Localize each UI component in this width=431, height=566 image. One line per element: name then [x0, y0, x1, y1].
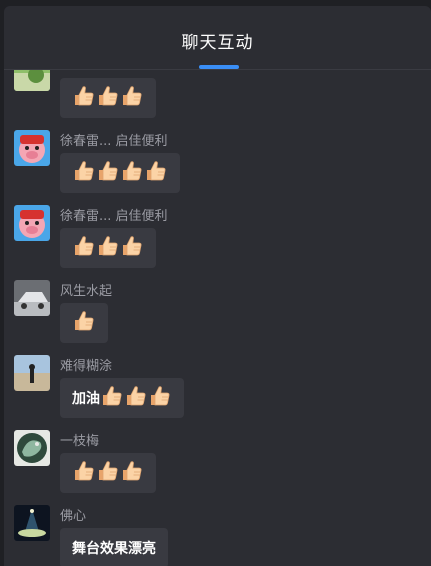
message-text: 舞台效果漂亮 — [72, 541, 156, 557]
thumbs-up-icon — [96, 234, 120, 258]
chat-header: 聊天互动 — [4, 6, 431, 70]
stage-avatar-icon — [14, 505, 50, 541]
thumbs-up-icon — [148, 384, 172, 408]
message-bubble: 加油 — [60, 378, 184, 418]
thumbs-group — [72, 309, 96, 337]
dragon-avatar-icon — [14, 430, 50, 466]
beach-avatar-icon — [14, 355, 50, 391]
avatar[interactable] — [14, 280, 50, 316]
thumbs-up-icon — [96, 459, 120, 483]
thumbs-group — [72, 459, 144, 487]
thumbs-up-icon — [96, 84, 120, 108]
message-nickname: 一枝梅 — [60, 434, 100, 449]
avatar[interactable] — [14, 70, 50, 91]
thumbs-up-icon — [96, 159, 120, 183]
thumbs-group — [72, 84, 144, 112]
thumbs-up-icon — [120, 459, 144, 483]
message-bubble: 舞台效果漂亮 — [60, 528, 168, 566]
thumbs-group — [72, 234, 144, 262]
thumbs-up-icon — [120, 84, 144, 108]
thumbs-up-icon — [120, 159, 144, 183]
tab-chat-interaction[interactable]: 聊天互动 — [182, 28, 254, 53]
thumbs-group — [100, 384, 172, 412]
message-list[interactable]: 徐春雷... 启佳便利 徐春雷... 启佳便利 风生水起 难得糊涂 加油 一枝梅… — [4, 70, 431, 566]
message-bubble — [60, 303, 108, 343]
thumbs-up-icon — [120, 234, 144, 258]
pig-avatar-icon — [14, 130, 50, 166]
avatar[interactable] — [14, 430, 50, 466]
message-nickname: 徐春雷... 启佳便利 — [60, 209, 168, 224]
car-avatar-icon — [14, 280, 50, 316]
avatar[interactable] — [14, 355, 50, 391]
thumbs-up-icon — [144, 159, 168, 183]
thumbs-up-icon — [72, 459, 96, 483]
message-bubble — [60, 453, 156, 493]
thumbs-up-icon — [100, 384, 124, 408]
message-nickname: 难得糊涂 — [60, 359, 113, 374]
message-nickname: 徐春雷... 启佳便利 — [60, 134, 168, 149]
avatar[interactable] — [14, 505, 50, 541]
thumbs-up-icon — [124, 384, 148, 408]
avatar[interactable] — [14, 205, 50, 241]
message-bubble — [60, 78, 156, 118]
thumbs-up-icon — [72, 234, 96, 258]
green-avatar-icon — [14, 70, 50, 91]
message-text: 加油 — [72, 391, 100, 407]
pig-avatar-icon — [14, 205, 50, 241]
message-bubble — [60, 228, 156, 268]
thumbs-group — [72, 159, 168, 187]
chat-panel: 聊天互动 徐春雷... 启佳便利 徐春雷... 启佳便利 风生水起 难得糊涂 加… — [4, 6, 431, 566]
tab-active-indicator — [199, 65, 239, 69]
message-nickname: 佛心 — [60, 509, 87, 524]
thumbs-up-icon — [72, 309, 96, 333]
message-nickname: 风生水起 — [60, 284, 113, 299]
thumbs-up-icon — [72, 84, 96, 108]
avatar[interactable] — [14, 130, 50, 166]
thumbs-up-icon — [72, 159, 96, 183]
message-bubble — [60, 153, 180, 193]
